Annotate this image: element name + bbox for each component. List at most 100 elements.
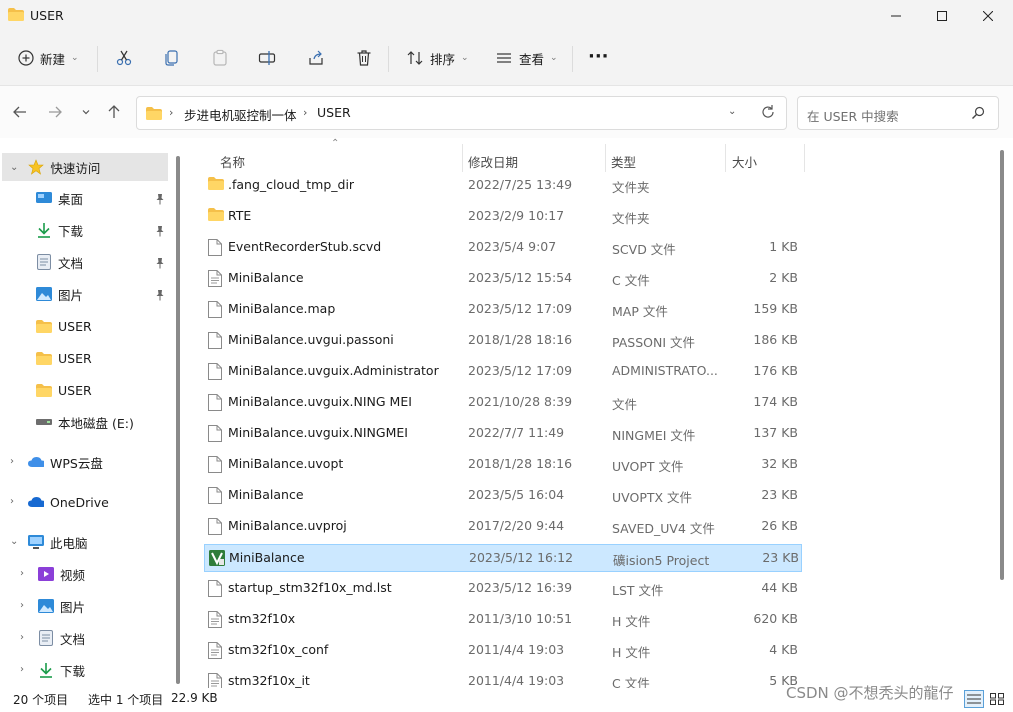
folder-icon	[8, 8, 24, 21]
file-row[interactable]: MiniBalance.uvproj 2017/2/20 9:44 SAVED_UV…	[204, 513, 802, 541]
new-button[interactable]: 新建 ⌄	[18, 44, 79, 72]
sidebar-item-downloads[interactable]: 下载	[36, 216, 83, 244]
sidebar-item-local-disk[interactable]: 本地磁盘 (E:)	[36, 408, 134, 436]
rename-button[interactable]	[258, 44, 276, 72]
large-icons-view-button[interactable]	[987, 690, 1007, 708]
sidebar-item-quick-access[interactable]: ⌄ 快速访问	[2, 153, 168, 181]
sidebar-item-label: 图片	[60, 599, 86, 615]
file-name: MiniBalance	[228, 487, 304, 502]
address-bar[interactable]: › 步进电机驱控制一体 › USER ⌄	[136, 96, 787, 130]
sidebar-item-videos[interactable]: 视频	[38, 560, 85, 588]
forward-button[interactable]	[45, 102, 65, 122]
file-row[interactable]: startup_stm32f10x_md.lst 2023/5/12 16:39 L…	[204, 575, 802, 603]
window-title: USER	[30, 8, 64, 23]
file-row[interactable]: MiniBalance.uvguix.NING MEI 2021/10/28 8:…	[204, 389, 802, 417]
minimize-button[interactable]	[873, 0, 919, 32]
file-list: ⌃ 名称 修改日期 类型 大小 .fang_cloud_tmp_dir 2022/…	[190, 138, 1013, 691]
sidebar-item-pc-documents[interactable]: 文档	[38, 624, 85, 652]
file-icon	[208, 394, 224, 412]
sidebar-item-onedrive[interactable]: OneDrive	[28, 488, 109, 516]
breadcrumb-item[interactable]: 步进电机驱控制一体	[184, 105, 297, 124]
sidebar-item-pictures[interactable]: 图片	[36, 280, 83, 308]
file-row[interactable]: MiniBalance.uvguix.NINGMEI 2022/7/7 11:49…	[204, 420, 802, 448]
file-icon	[208, 239, 224, 257]
chevron-right-icon[interactable]: ›	[20, 632, 24, 643]
sidebar-item-this-pc[interactable]: 此电脑	[28, 528, 88, 556]
pin-icon[interactable]	[154, 289, 166, 301]
copy-button[interactable]	[163, 44, 181, 72]
file-row[interactable]: MiniBalance 2023/5/12 16:12 礦ision5 Projec…	[204, 544, 802, 572]
sidebar-item-pc-downloads[interactable]: 下载	[38, 656, 85, 684]
breadcrumb-item[interactable]: USER	[317, 105, 351, 120]
sidebar-item-desktop[interactable]: 桌面	[36, 184, 83, 212]
file-row[interactable]: MiniBalance.uvopt 2018/1/28 18:16 UVOPT 文件…	[204, 451, 802, 479]
chevron-right-icon[interactable]: ›	[20, 568, 24, 579]
up-button[interactable]	[104, 102, 124, 122]
column-divider[interactable]	[725, 144, 726, 172]
details-view-button[interactable]	[964, 690, 984, 708]
large-icons-view-icon	[990, 693, 1004, 705]
file-row[interactable]: .fang_cloud_tmp_dir 2022/7/25 13:49 文件夹	[204, 172, 802, 200]
file-row[interactable]: stm32f10x_conf 2011/4/4 19:03 H 文件 4 KB	[204, 637, 802, 665]
back-button[interactable]	[10, 102, 30, 122]
sort-icon	[407, 51, 423, 65]
sidebar-item-label: 此电脑	[50, 535, 88, 551]
cut-button[interactable]	[115, 44, 133, 72]
file-row[interactable]: EventRecorderStub.scvd 2023/5/4 9:07 SCVD …	[204, 234, 802, 262]
file-type: SAVED_UV4 文件	[612, 521, 715, 536]
more-options-button[interactable]: ···	[588, 42, 609, 70]
close-button[interactable]	[965, 0, 1011, 32]
chevron-right-icon[interactable]: ›	[10, 496, 14, 507]
sidebar-item-documents[interactable]: 文档	[36, 248, 83, 276]
pin-icon[interactable]	[154, 225, 166, 237]
sort-label: 排序	[430, 51, 456, 67]
sidebar-item-user-folder[interactable]: USER	[36, 312, 92, 340]
file-type: H 文件	[612, 645, 651, 660]
scissors-icon	[116, 50, 132, 66]
sidebar-item-user-folder[interactable]: USER	[36, 344, 92, 372]
file-name: MiniBalance.uvopt	[228, 456, 344, 471]
column-divider[interactable]	[804, 144, 805, 172]
download-icon	[36, 222, 52, 238]
delete-button[interactable]	[355, 44, 373, 72]
text-file-icon	[208, 642, 224, 660]
share-button[interactable]	[307, 44, 325, 72]
search-input[interactable]: 在 USER 中搜索	[797, 96, 999, 130]
file-row[interactable]: MiniBalance.uvgui.passoni 2018/1/28 18:16…	[204, 327, 802, 355]
maximize-button[interactable]	[919, 0, 965, 32]
chevron-right-icon[interactable]: ›	[10, 456, 14, 467]
sidebar-item-wps-cloud[interactable]: WPS云盘	[28, 448, 103, 476]
refresh-icon[interactable]	[759, 103, 777, 124]
file-size: 4 KB	[769, 642, 798, 657]
chevron-right-icon[interactable]: ›	[20, 664, 24, 675]
pictures-icon	[36, 286, 52, 302]
file-row[interactable]: RTE 2023/2/9 10:17 文件夹	[204, 203, 802, 231]
onedrive-cloud-icon	[28, 494, 44, 510]
file-row[interactable]: stm32f10x 2011/3/10 10:51 H 文件 620 KB	[204, 606, 802, 634]
file-row[interactable]: MiniBalance 2023/5/12 15:54 C 文件 2 KB	[204, 265, 802, 293]
view-button[interactable]: 查看 ⌄	[495, 44, 558, 72]
file-row[interactable]: MiniBalance 2023/5/5 16:04 UVOPTX 文件 23 KB	[204, 482, 802, 510]
download-icon	[38, 662, 54, 678]
file-row[interactable]: MiniBalance.map 2023/5/12 17:09 MAP 文件 159 …	[204, 296, 802, 324]
column-divider[interactable]	[462, 144, 463, 172]
file-list-scrollbar[interactable]	[1000, 150, 1004, 580]
arrow-right-icon	[49, 106, 62, 118]
sidebar-item-label: 本地磁盘 (E:)	[58, 415, 134, 431]
pin-icon[interactable]	[154, 193, 166, 205]
chevron-down-icon[interactable]: ⌄	[728, 106, 736, 117]
sidebar-item-user-folder[interactable]: USER	[36, 376, 92, 404]
chevron-down-icon[interactable]: ⌄	[10, 536, 18, 547]
sort-button[interactable]: 排序 ⌄	[406, 44, 469, 72]
sidebar-scrollbar[interactable]	[176, 156, 180, 684]
recent-locations-button[interactable]	[76, 102, 96, 122]
chevron-right-icon[interactable]: ›	[20, 600, 24, 611]
command-bar: 新建 ⌄ 排序 ⌄ 查看 ⌄ ···	[0, 32, 1013, 86]
file-size: 176 KB	[753, 363, 798, 378]
sidebar-item-pc-pictures[interactable]: 图片	[38, 592, 85, 620]
file-row[interactable]: MiniBalance.uvguix.Administrator 2023/5/1…	[204, 358, 802, 386]
column-divider[interactable]	[605, 144, 606, 172]
view-list-icon	[497, 53, 511, 63]
pin-icon[interactable]	[154, 257, 166, 269]
paste-button[interactable]	[211, 44, 229, 72]
